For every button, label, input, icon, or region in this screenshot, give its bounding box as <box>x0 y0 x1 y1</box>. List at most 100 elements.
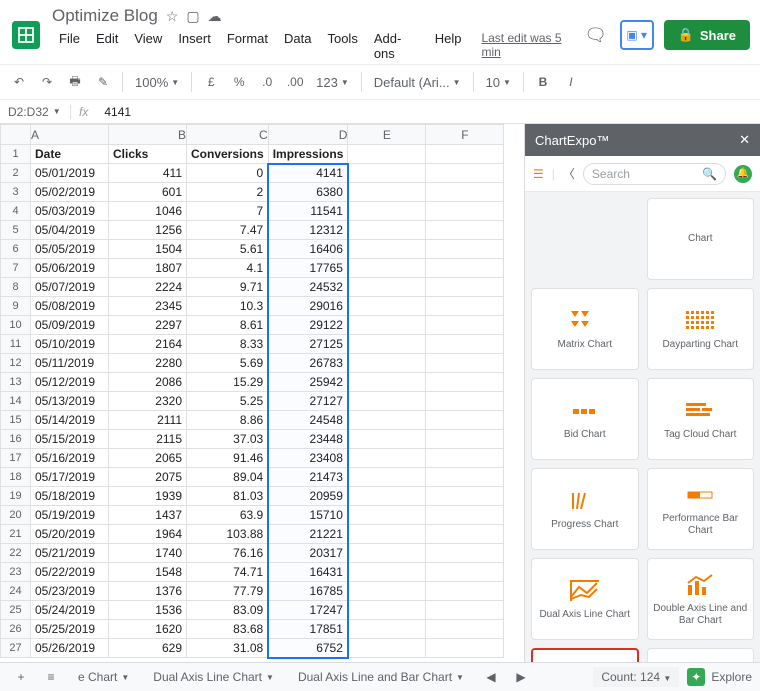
cell-impressions[interactable]: 23448 <box>268 430 348 449</box>
row-header[interactable]: 19 <box>1 487 31 506</box>
close-icon[interactable]: ✕ <box>739 132 750 148</box>
col-header-A[interactable]: A <box>31 125 109 145</box>
cell-date[interactable]: 05/19/2019 <box>31 506 109 525</box>
cell-conversions[interactable]: 63.9 <box>187 506 269 525</box>
cell-conversions[interactable]: 74.71 <box>187 563 269 582</box>
row-header[interactable]: 24 <box>1 582 31 601</box>
cell-conversions[interactable]: 81.03 <box>187 487 269 506</box>
menu-edit[interactable]: Edit <box>89 28 125 64</box>
cell-conversions[interactable]: 5.25 <box>187 392 269 411</box>
cell-date[interactable]: 05/05/2019 <box>31 240 109 259</box>
cell-date[interactable]: 05/12/2019 <box>31 373 109 392</box>
increase-decimal-icon[interactable]: .00 <box>282 69 308 95</box>
cell-conversions[interactable]: 8.61 <box>187 316 269 335</box>
row-header[interactable]: 26 <box>1 620 31 639</box>
menu-insert[interactable]: Insert <box>171 28 218 64</box>
row-header[interactable]: 20 <box>1 506 31 525</box>
row-header[interactable]: 25 <box>1 601 31 620</box>
menu-help[interactable]: Help <box>428 28 469 64</box>
chart-card-chart[interactable]: Chart <box>647 198 755 280</box>
cell-conversions[interactable]: 77.79 <box>187 582 269 601</box>
cell-impressions[interactable]: 27127 <box>268 392 348 411</box>
italic-icon[interactable]: I <box>558 69 584 95</box>
move-icon[interactable]: ▢ <box>186 8 199 25</box>
chart-card-tag-cloud-chart[interactable]: Tag Cloud Chart <box>647 378 755 460</box>
row-header[interactable]: 2 <box>1 164 31 183</box>
cell-date[interactable]: 05/20/2019 <box>31 525 109 544</box>
cell-conversions[interactable]: 83.09 <box>187 601 269 620</box>
formula-value[interactable]: 4141 <box>96 105 139 119</box>
add-sheet-icon[interactable]: + <box>8 664 34 690</box>
chart-card-matrix-chart[interactable]: Matrix Chart <box>531 288 639 370</box>
row-header[interactable]: 11 <box>1 335 31 354</box>
scroll-left-icon[interactable]: ◀ <box>478 664 504 690</box>
cell-conversions[interactable]: 8.86 <box>187 411 269 430</box>
cell-date[interactable]: 05/04/2019 <box>31 221 109 240</box>
cell-date[interactable]: 05/03/2019 <box>31 202 109 221</box>
cell-reference[interactable]: D2:D32▼ <box>0 105 70 119</box>
menu-file[interactable]: File <box>52 28 87 64</box>
cell-impressions[interactable]: 23408 <box>268 449 348 468</box>
row-header[interactable]: 10 <box>1 316 31 335</box>
chart-card-performance-bar-chart[interactable]: Performance Bar Chart <box>647 468 755 550</box>
row-header[interactable]: 15 <box>1 411 31 430</box>
all-sheets-icon[interactable]: ≡ <box>38 664 64 690</box>
col-header-F[interactable]: F <box>426 125 504 145</box>
number-format-dropdown[interactable]: 123▼ <box>310 75 355 90</box>
cell-date[interactable]: 05/13/2019 <box>31 392 109 411</box>
cell-date[interactable]: 05/01/2019 <box>31 164 109 183</box>
cell-conversions[interactable]: 15.29 <box>187 373 269 392</box>
cell-clicks[interactable]: 2075 <box>109 468 187 487</box>
cell-clicks[interactable]: 1376 <box>109 582 187 601</box>
row-header[interactable]: 18 <box>1 468 31 487</box>
search-input[interactable]: Search 🔍 <box>583 163 726 185</box>
cell-impressions[interactable]: 11541 <box>268 202 348 221</box>
cell-impressions[interactable]: 6752 <box>268 639 348 658</box>
row-header[interactable]: 23 <box>1 563 31 582</box>
notification-icon[interactable]: 🔔 <box>734 165 752 183</box>
cell-conversions[interactable]: 4.1 <box>187 259 269 278</box>
cell-impressions[interactable]: 29122 <box>268 316 348 335</box>
col-header-D[interactable]: D <box>268 125 348 145</box>
sheets-logo[interactable] <box>10 19 42 51</box>
cell-clicks[interactable]: 2164 <box>109 335 187 354</box>
cell-date[interactable]: 05/25/2019 <box>31 620 109 639</box>
cell-date[interactable]: 05/11/2019 <box>31 354 109 373</box>
cell-impressions[interactable]: 6380 <box>268 183 348 202</box>
row-header[interactable]: 17 <box>1 449 31 468</box>
chart-card-vertical-axis-line-chart[interactable]: Vertical Axis Line Chart <box>531 648 639 662</box>
cell-date[interactable]: 05/07/2019 <box>31 278 109 297</box>
cell-clicks[interactable]: 2297 <box>109 316 187 335</box>
row-header[interactable]: 16 <box>1 430 31 449</box>
cell-clicks[interactable]: 1939 <box>109 487 187 506</box>
col-header-C[interactable]: C <box>187 125 269 145</box>
cell-conversions[interactable]: 9.71 <box>187 278 269 297</box>
cell-conversions[interactable]: 0 <box>187 164 269 183</box>
scroll-right-icon[interactable]: ▶ <box>508 664 534 690</box>
cell-clicks[interactable]: 2280 <box>109 354 187 373</box>
header-conversions[interactable]: Conversions <box>187 145 269 164</box>
cell-impressions[interactable]: 27125 <box>268 335 348 354</box>
sheet-tab[interactable]: e Chart▼ <box>68 666 139 688</box>
row-header[interactable]: 8 <box>1 278 31 297</box>
cell-clicks[interactable]: 1437 <box>109 506 187 525</box>
chart-card-bid-chart[interactable]: Bid Chart <box>531 378 639 460</box>
font-dropdown[interactable]: Default (Ari...▼ <box>368 75 467 90</box>
doc-title[interactable]: Optimize Blog <box>52 6 158 26</box>
cell-conversions[interactable]: 37.03 <box>187 430 269 449</box>
sheet-tab[interactable]: Dual Axis Line and Bar Chart▼ <box>288 666 474 688</box>
cloud-icon[interactable]: ☁ <box>208 8 222 25</box>
decrease-decimal-icon[interactable]: .0 <box>254 69 280 95</box>
row-header[interactable]: 5 <box>1 221 31 240</box>
menu-format[interactable]: Format <box>220 28 275 64</box>
currency-icon[interactable]: £ <box>198 69 224 95</box>
comments-icon[interactable]: 🗨 <box>582 21 610 49</box>
cell-conversions[interactable]: 103.88 <box>187 525 269 544</box>
cell-conversions[interactable]: 5.61 <box>187 240 269 259</box>
cell-clicks[interactable]: 1807 <box>109 259 187 278</box>
font-size-dropdown[interactable]: 10▼ <box>480 75 517 90</box>
last-edit[interactable]: Last edit was 5 min <box>476 28 581 64</box>
cell-date[interactable]: 05/23/2019 <box>31 582 109 601</box>
chart-card-dual-axis-line-chart[interactable]: Dual Axis Line Chart <box>531 558 639 640</box>
cell-clicks[interactable]: 629 <box>109 639 187 658</box>
